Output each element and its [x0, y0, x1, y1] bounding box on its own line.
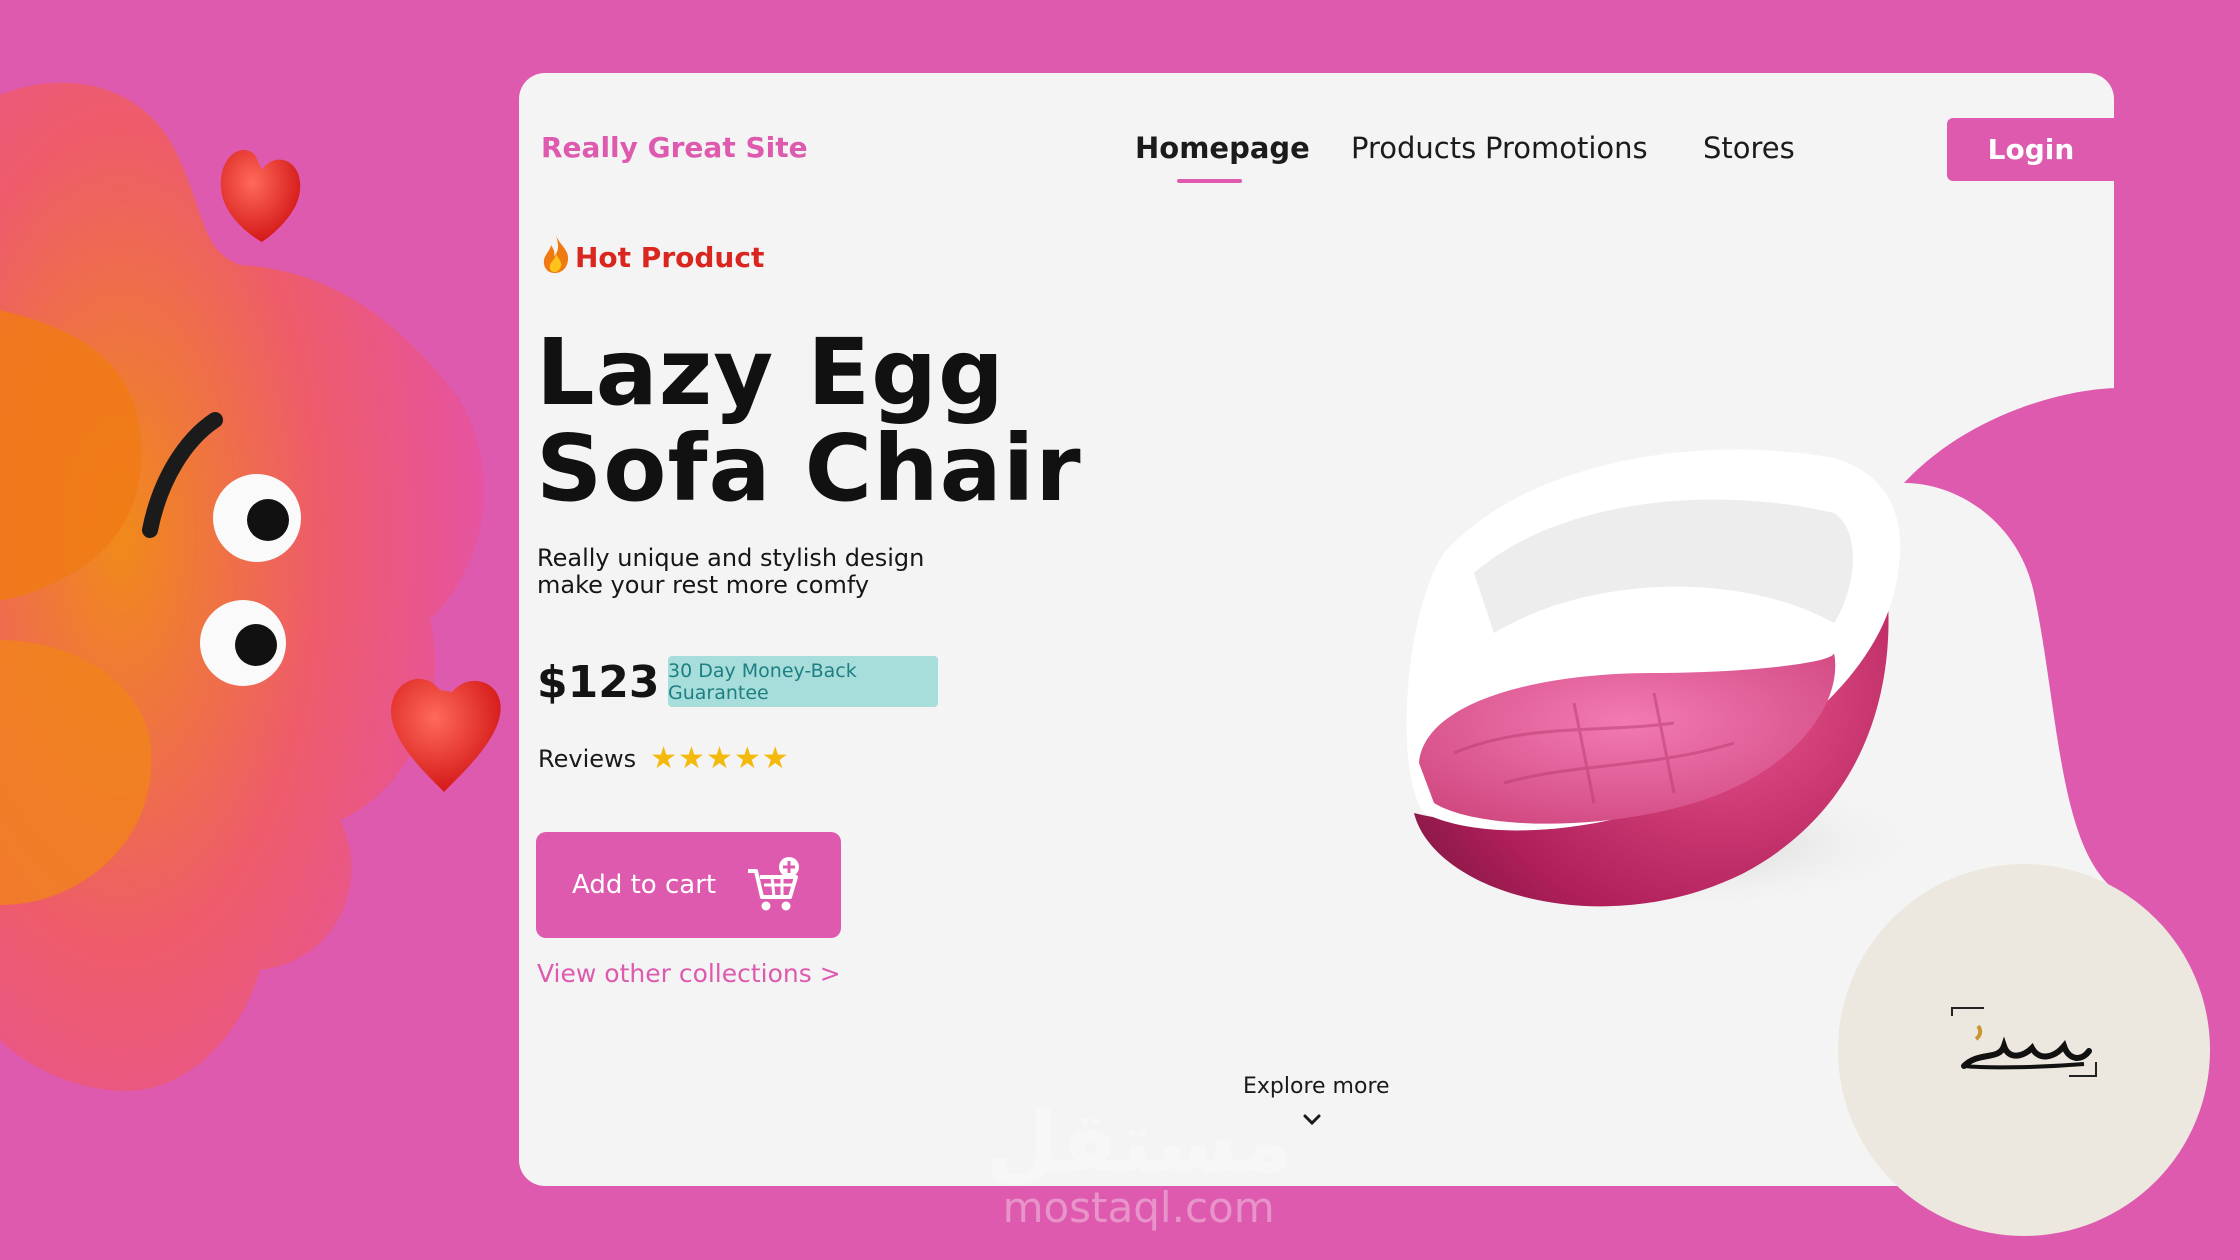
blob-character-illustration: [0, 82, 501, 1092]
product-title: Lazy Egg Sofa Chair: [536, 325, 1082, 517]
guarantee-badge: 30 Day Money-Back Guarantee: [668, 656, 938, 707]
add-to-cart-label: Add to cart: [572, 870, 717, 900]
product-tagline: Really unique and stylish design make yo…: [537, 545, 924, 599]
egg-chair-image[interactable]: [1274, 373, 1914, 1023]
chevron-down-icon[interactable]: [1302, 1113, 1322, 1127]
star-icon: ★: [733, 741, 761, 776]
star-icon: ★: [678, 741, 705, 776]
nav-products[interactable]: Products: [1351, 131, 1476, 165]
hot-product-label: Hot Product: [575, 241, 765, 274]
product-price: $123: [537, 657, 660, 708]
nav-homepage[interactable]: Homepage: [1135, 131, 1310, 165]
hot-product-badge: Hot Product: [541, 233, 764, 274]
calligraphy-logo: [1951, 1007, 2097, 1077]
watermark: مستقل mostaql.com: [985, 1098, 1292, 1230]
tagline-line-1: Really unique and stylish design: [537, 544, 925, 572]
nav-active-indicator: [1177, 179, 1242, 183]
watermark-latin: mostaql.com: [1002, 1183, 1275, 1232]
reviews-row: Reviews ★ ★ ★ ★ ★: [538, 741, 790, 776]
cart-add-icon: [748, 857, 800, 911]
nav-stores[interactable]: Stores: [1703, 131, 1795, 165]
add-to-cart-button[interactable]: Add to cart: [536, 832, 841, 938]
product-title-line-1: Lazy Egg: [536, 319, 1005, 426]
star-icon: ★: [705, 741, 733, 776]
star-icon: ★: [650, 741, 678, 776]
watermark-arabic: مستقل: [985, 1093, 1293, 1191]
product-title-line-2: Sofa Chair: [536, 415, 1082, 522]
login-button[interactable]: Login: [1947, 118, 2114, 181]
view-collections-link[interactable]: View other collections >: [537, 959, 841, 988]
star-icon: ★: [761, 741, 789, 776]
tagline-line-2: make your rest more comfy: [537, 571, 870, 599]
flame-icon: [543, 235, 569, 273]
reviews-label: Reviews: [538, 744, 637, 773]
site-logo[interactable]: Really Great Site: [541, 131, 808, 164]
calligraphy-badge: [1838, 864, 2210, 1236]
nav-promotions[interactable]: Promotions: [1485, 131, 1648, 165]
